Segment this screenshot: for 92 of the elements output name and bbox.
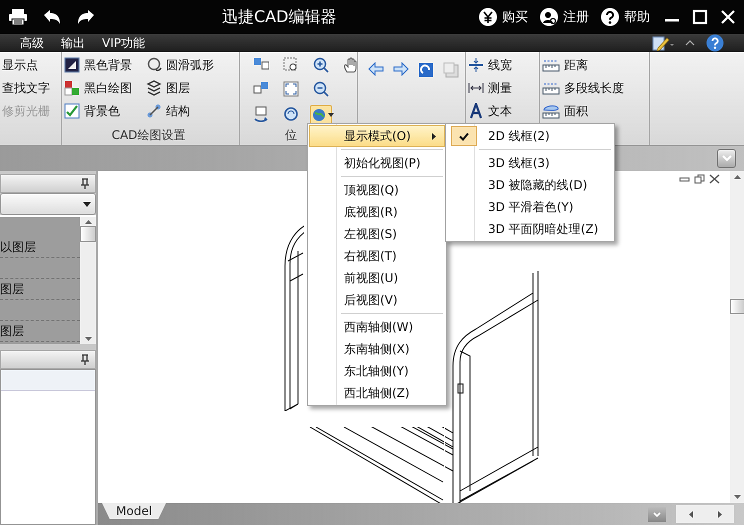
zoom-window-icon[interactable] bbox=[283, 57, 299, 73]
caret-icon bbox=[83, 202, 91, 206]
rotate-page-icon[interactable] bbox=[418, 62, 434, 78]
monochrome-icon bbox=[64, 80, 80, 96]
menu-item[interactable]: 底视图(R) bbox=[309, 201, 445, 223]
help-icon[interactable] bbox=[706, 34, 724, 52]
close-icon[interactable] bbox=[709, 174, 720, 184]
letter-a-icon bbox=[468, 103, 484, 119]
right-arrow-icon bbox=[718, 510, 722, 518]
line-width-icon bbox=[468, 57, 484, 73]
menu-item[interactable]: 后视图(V) bbox=[309, 289, 445, 311]
caret-icon bbox=[328, 112, 334, 117]
menu-item[interactable]: 顶视图(Q) bbox=[309, 179, 445, 201]
scrollbar-thumb[interactable] bbox=[730, 299, 744, 314]
menu-item[interactable]: 3D 平面阴暗处理(Z) bbox=[447, 218, 613, 240]
ribbon-tool-button[interactable]: 文本 bbox=[468, 102, 512, 120]
vertical-scrollbar[interactable] bbox=[730, 171, 744, 503]
ribbon-tool-button[interactable]: 背景色 bbox=[64, 102, 132, 120]
pin-icon[interactable] bbox=[79, 178, 91, 190]
chevron-down-icon bbox=[722, 155, 732, 162]
ribbon-tool-button[interactable]: 黑色背景 bbox=[64, 56, 132, 74]
restore-icon[interactable] bbox=[694, 174, 705, 184]
globe-icon bbox=[312, 108, 326, 122]
pencil-note-icon[interactable] bbox=[652, 35, 674, 51]
layout-tab[interactable]: Model bbox=[102, 503, 166, 519]
menu-item[interactable]: 右视图(T) bbox=[309, 245, 445, 267]
menu-item[interactable]: 东北轴侧(Y) bbox=[309, 360, 445, 382]
ribbon-tool-button[interactable]: 查找文字 bbox=[2, 79, 50, 97]
area-ruler-icon bbox=[542, 103, 560, 119]
menu-item[interactable]: 西南轴侧(W) bbox=[309, 316, 445, 338]
undo-icon[interactable] bbox=[42, 8, 62, 26]
title-action-button[interactable]: 购买 bbox=[479, 6, 528, 28]
view-mode-button[interactable] bbox=[310, 104, 332, 125]
dropdown-button[interactable] bbox=[717, 149, 736, 168]
down-arrow-icon bbox=[734, 495, 740, 499]
left-arrow-icon[interactable] bbox=[368, 62, 384, 76]
pin-icon[interactable] bbox=[79, 354, 91, 366]
menu-item[interactable]: 东南轴侧(X) bbox=[309, 338, 445, 360]
menu-item[interactable]: 输出 bbox=[61, 34, 85, 52]
checkbox[interactable] bbox=[451, 126, 477, 146]
ribbon-tool-button[interactable]: 面积 bbox=[542, 102, 624, 120]
redo-icon[interactable] bbox=[76, 8, 96, 26]
menu-item[interactable]: VIP功能 bbox=[102, 34, 145, 52]
title-action-button[interactable]: 注册 bbox=[540, 6, 589, 28]
menu-item[interactable]: 3D 平滑着色(Y) bbox=[447, 196, 613, 218]
ribbon-tool-button[interactable]: 黑白绘图 bbox=[64, 79, 132, 97]
menu-item[interactable]: 高级 bbox=[20, 34, 44, 52]
help-icon bbox=[601, 8, 619, 26]
chevron-down-icon bbox=[653, 512, 661, 518]
zoom-out-icon[interactable] bbox=[313, 81, 329, 98]
right-arrow-icon[interactable] bbox=[393, 62, 409, 76]
hand-icon[interactable] bbox=[343, 57, 359, 73]
title-action-button[interactable]: 帮助 bbox=[601, 6, 650, 28]
window-title: 迅捷CAD编辑器 bbox=[221, 6, 338, 28]
left-arrow-icon bbox=[688, 510, 692, 518]
ribbon-tool-button[interactable]: 测量 bbox=[468, 79, 512, 97]
ribbon-tool-button[interactable]: 距离 bbox=[542, 56, 624, 74]
zoom-in-icon[interactable] bbox=[313, 57, 329, 73]
dark-background-icon bbox=[64, 57, 80, 73]
ribbon-tool-button[interactable]: 显示点 bbox=[2, 56, 50, 74]
printer-icon[interactable] bbox=[8, 8, 28, 26]
ribbon-tool-button[interactable]: 多段线长度 bbox=[542, 79, 624, 97]
ribbon-tool-button[interactable]: 圆滑弧形 bbox=[146, 56, 214, 74]
maximize-icon[interactable] bbox=[692, 9, 708, 25]
menu-item[interactable]: 3D 被隐藏的线(D) bbox=[447, 174, 613, 196]
layers-icon bbox=[146, 80, 162, 96]
circle-arc-icon bbox=[146, 57, 162, 73]
menu-item[interactable]: 初始化视图(P) bbox=[309, 152, 445, 174]
user-icon bbox=[540, 8, 558, 26]
up-arrow-icon bbox=[84, 220, 92, 224]
menu-item[interactable]: 西北轴侧(Z) bbox=[309, 382, 445, 404]
zoom-extents-icon[interactable] bbox=[283, 81, 299, 98]
rotate-3d-icon[interactable] bbox=[253, 106, 269, 122]
menu-item[interactable]: 2D 线框(2) bbox=[447, 125, 613, 147]
ribbon-group-label: CAD绘图设置 bbox=[112, 128, 186, 142]
menu-item[interactable]: 显示模式(O) bbox=[309, 125, 445, 147]
yen-icon bbox=[479, 8, 497, 26]
menu-item[interactable]: 左视图(S) bbox=[309, 223, 445, 245]
scrollbar[interactable] bbox=[80, 217, 96, 344]
ribbon-tool-button[interactable]: 结构 bbox=[146, 102, 214, 120]
dropdown-button[interactable] bbox=[648, 507, 666, 522]
ribbon-tool-button[interactable]: 图层 bbox=[146, 79, 214, 97]
up-arrow-icon bbox=[734, 175, 740, 179]
down-arrow-icon bbox=[84, 337, 92, 341]
menu-item[interactable]: 3D 线框(3) bbox=[447, 152, 613, 174]
measure-icon bbox=[468, 80, 484, 96]
menu-item[interactable]: 前视图(U) bbox=[309, 267, 445, 289]
scrollbar-thumb[interactable] bbox=[80, 226, 96, 242]
checkmark-icon bbox=[459, 132, 469, 140]
horizontal-scrollbar[interactable] bbox=[676, 505, 734, 523]
ribbon-group-label: 位 bbox=[285, 128, 297, 142]
ribbon-tool-button[interactable]: 线宽 bbox=[468, 56, 512, 74]
